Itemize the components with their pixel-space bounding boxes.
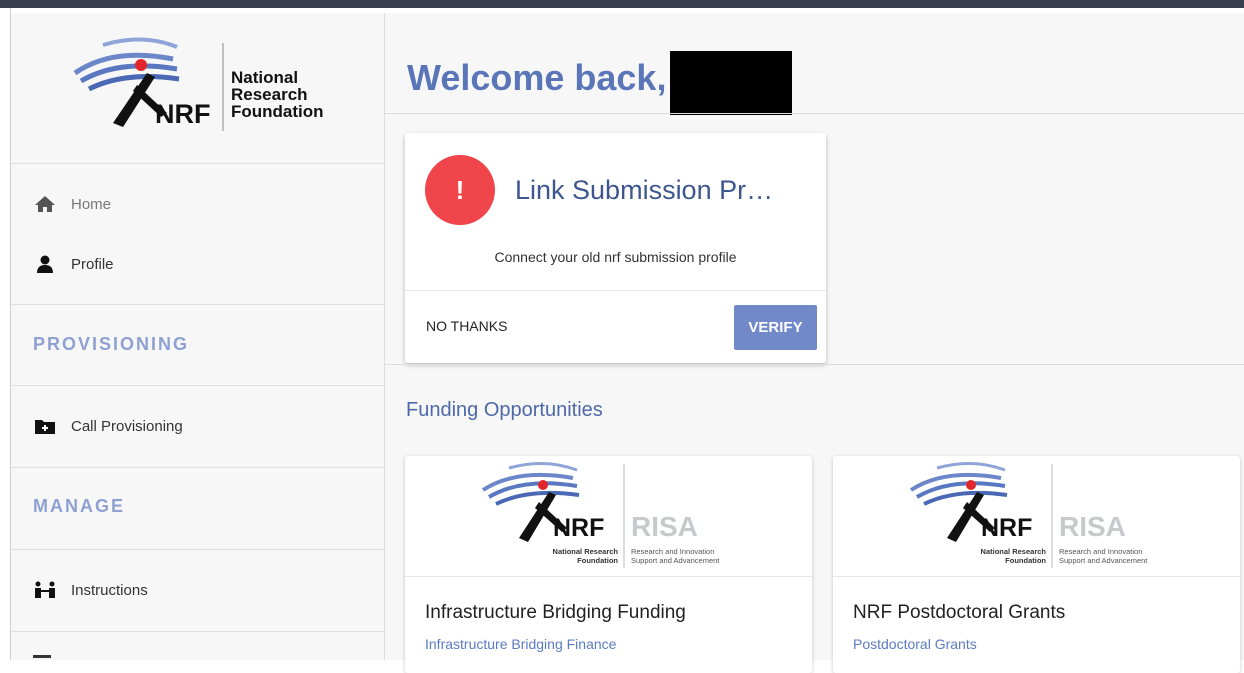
nrf-risa-logo-image: NRF RISA National Research Foundation Re… <box>909 461 1148 568</box>
home-icon <box>33 194 57 214</box>
sidebar-item-label: Profile <box>71 255 114 273</box>
funding-card-subtitle-link[interactable]: Postdoctoral Grants <box>853 636 977 652</box>
sidebar-item-call-provisioning[interactable]: Call Provisioning <box>33 416 183 436</box>
sidebar-item-home[interactable]: Home <box>33 194 111 214</box>
window-top-bar <box>0 0 1244 8</box>
no-thanks-button[interactable]: NO THANKS <box>426 318 507 334</box>
sidebar-item-instructions[interactable]: Instructions <box>33 580 148 600</box>
svg-text:National Research: National Research <box>553 547 619 556</box>
svg-text:NRF: NRF <box>155 99 211 129</box>
sidebar-item-label: Home <box>71 195 112 213</box>
sidebar-main-nav: Home Profile <box>11 164 384 305</box>
svg-text:Research and Innovation: Research and Innovation <box>631 547 714 556</box>
section-title-manage: MANAGE <box>33 496 125 516</box>
svg-text:Support and Advancement: Support and Advancement <box>631 556 720 565</box>
svg-text:National Research: National Research <box>981 547 1047 556</box>
nrf-logo: NRF National Research Foundation <box>73 37 324 131</box>
redacted-username <box>670 51 793 115</box>
funding-card-title: NRF Postdoctoral Grants <box>853 602 1066 623</box>
svg-text:Foundation: Foundation <box>577 556 618 565</box>
divider <box>385 113 1244 114</box>
sidebar-provisioning-nav: Call Provisioning <box>11 386 384 468</box>
svg-text:Foundation: Foundation <box>1005 556 1046 565</box>
link-submission-card: ! Link Submission Pr… Connect your old n… <box>405 133 826 363</box>
funding-card-title: Infrastructure Bridging Funding <box>425 602 686 623</box>
sidebar-manage-nav: Instructions <box>11 550 384 632</box>
sidebar-item-label: Call Provisioning <box>71 417 183 435</box>
funding-opportunities-heading: Funding Opportunities <box>406 399 603 421</box>
divider <box>385 364 1244 365</box>
nrf-risa-logo-image: NRF RISA National Research Foundation Re… <box>481 461 720 568</box>
welcome-text: Welcome back, <box>407 57 667 98</box>
svg-text:Foundation: Foundation <box>231 102 324 121</box>
nrf-risa-logo: NRF RISA National Research Foundation Re… <box>833 456 1240 577</box>
person-icon <box>33 254 57 274</box>
card-description: Connect your old nrf submission profile <box>494 249 737 265</box>
card-title: Link Submission Pr… <box>515 175 774 205</box>
people-icon <box>33 580 57 600</box>
funding-card-subtitle-link[interactable]: Infrastructure Bridging Finance <box>425 636 616 652</box>
sidebar-item-profile[interactable]: Profile <box>33 254 114 274</box>
funding-card[interactable]: NRF RISA National Research Foundation Re… <box>833 456 1240 673</box>
verify-button[interactable]: VERIFY <box>734 305 817 350</box>
sidebar-section-manage: MANAGE <box>11 468 384 550</box>
left-edge <box>0 8 11 660</box>
sidebar: NRF National Research Foundation Home Pr… <box>11 13 385 660</box>
svg-text:RISA: RISA <box>1059 511 1126 542</box>
nrf-risa-logo: NRF RISA National Research Foundation Re… <box>405 456 812 577</box>
sidebar-item-label: Instructions <box>71 581 148 599</box>
svg-text:RISA: RISA <box>631 511 698 542</box>
folder-plus-icon <box>33 416 57 436</box>
card-divider <box>405 290 826 291</box>
sidebar-logo-area: NRF National Research Foundation <box>11 13 384 164</box>
funding-card[interactable]: NRF RISA National Research Foundation Re… <box>405 456 812 673</box>
svg-text:NRF: NRF <box>553 514 604 542</box>
section-title-provisioning: PROVISIONING <box>33 334 190 354</box>
alert-icon: ! <box>425 155 495 225</box>
next-nav-icon <box>33 655 51 658</box>
svg-text:NRF: NRF <box>981 514 1032 542</box>
svg-text:Support and Advancement: Support and Advancement <box>1059 556 1148 565</box>
svg-text:Research and Innovation: Research and Innovation <box>1059 547 1142 556</box>
sidebar-section-provisioning: PROVISIONING <box>11 305 384 386</box>
main-content: Welcome back, ! Link Submission Pr… Conn… <box>385 13 1244 673</box>
page-title: Welcome back, <box>407 41 793 115</box>
